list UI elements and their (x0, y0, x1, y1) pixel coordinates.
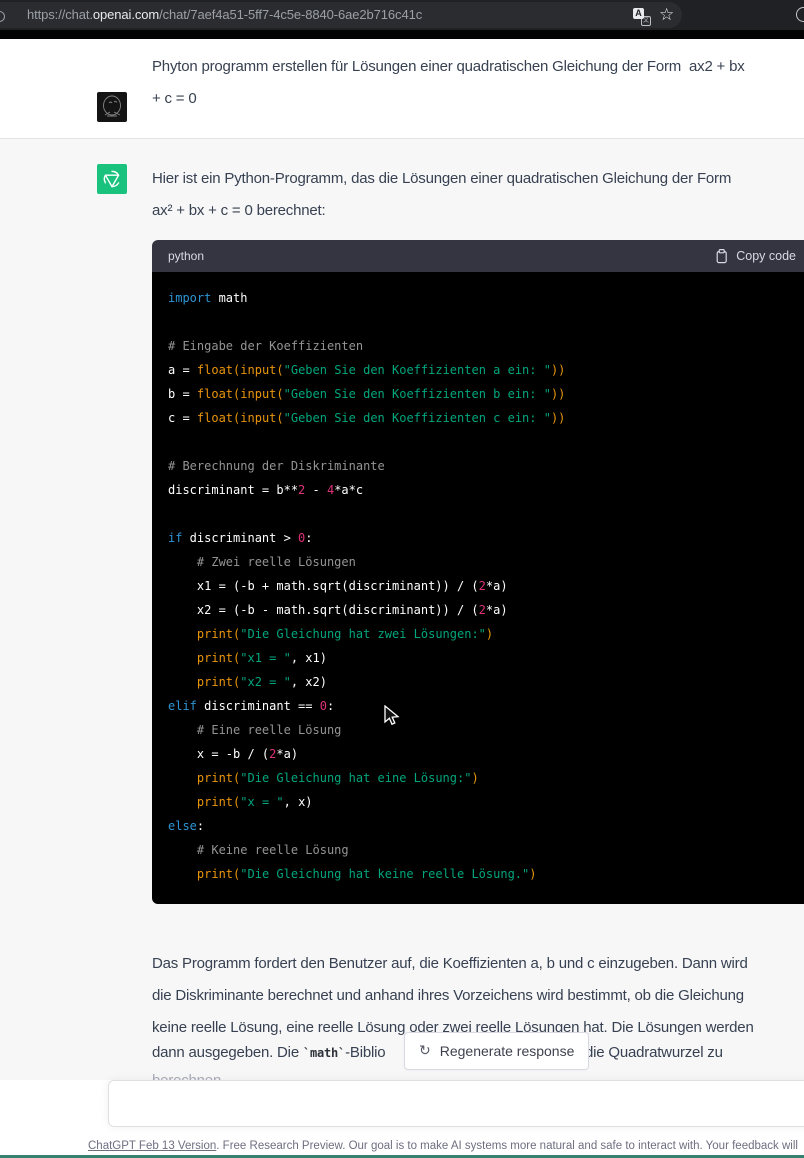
inline-code-math: `math` (303, 1046, 345, 1060)
code-line: # Keine reelle Lösung (168, 838, 796, 862)
code-line: # Eine reelle Lösung (168, 718, 796, 742)
code-line: print("x = ", x) (168, 790, 796, 814)
translate-icon-front: A (633, 8, 644, 19)
url-text: https://chat.openai.com/chat/7aef4a51-5f… (27, 7, 422, 22)
user-avatar (97, 92, 127, 122)
code-line: # Berechnung der Diskriminante (168, 454, 796, 478)
footer: ChatGPT Feb 13 Version. Free Research Pr… (88, 1140, 798, 1152)
code-line: c = float(input("Geben Sie den Koeffizie… (168, 406, 796, 430)
code-line: # Zwei reelle Lösungen (168, 550, 796, 574)
user-message-row: Phyton programm erstellen für Lösungen e… (0, 39, 804, 138)
bottom-area: ChatGPT Feb 13 Version. Free Research Pr… (0, 1080, 804, 1158)
code-line: x = -b / (2*a) (168, 742, 796, 766)
code-lines: import math # Eingabe der Koeffizientena… (168, 286, 796, 886)
footer-text: . Free Research Preview. Our goal is to … (216, 1140, 798, 1152)
code-line: discriminant = b**2 - 4*a*c (168, 478, 796, 502)
bookmark-star-icon[interactable]: ☆ (659, 5, 674, 25)
assistant-paragraph-line4: dann ausgegeben. Die `math`-Biblio (152, 1044, 385, 1061)
code-line: # Eingabe der Koeffizienten (168, 334, 796, 358)
reload-icon[interactable] (0, 11, 5, 22)
code-line: elif discriminant == 0: (168, 694, 796, 718)
url-bar[interactable]: https://chat.openai.com/chat/7aef4a51-5f… (0, 2, 682, 28)
code-line: print("Die Gleichung hat zwei Lösungen:"… (168, 622, 796, 646)
code-line: x1 = (-b + math.sqrt(discriminant)) / (2… (168, 574, 796, 598)
code-line: print("x2 = ", x2) (168, 670, 796, 694)
openai-logo-icon (97, 164, 127, 194)
code-line: print("Die Gleichung hat eine Lösung:") (168, 766, 796, 790)
code-line: x2 = (-b - math.sqrt(discriminant)) / (2… (168, 598, 796, 622)
user-message-line: Phyton programm erstellen für Lösungen e… (152, 57, 745, 77)
code-block: python Copy code import math # Eingabe d… (152, 240, 804, 904)
assistant-paragraph-line4-right: die Quadratwurzel zu (585, 1044, 723, 1061)
code-block-header: python Copy code (152, 240, 804, 272)
browser-chrome: https://chat.openai.com/chat/7aef4a51-5f… (0, 0, 804, 30)
assistant-intro-line: ax² + bx + c = 0 berechnet: (152, 201, 325, 221)
url-domain: openai.com (93, 7, 159, 22)
copy-code-button[interactable]: Copy code (714, 248, 796, 264)
paragraph-text: dann ausgegeben. Die (152, 1044, 303, 1061)
code-line: import math (168, 286, 796, 310)
copy-code-label: Copy code (736, 249, 796, 263)
code-line: print("Die Gleichung hat keine reelle Lö… (168, 862, 796, 886)
footer-version-link[interactable]: ChatGPT Feb 13 Version (88, 1140, 216, 1152)
code-line: if discriminant > 0: (168, 526, 796, 550)
regenerate-label: Regenerate response (440, 1043, 575, 1059)
page-top-strip (0, 30, 804, 39)
composer-input[interactable] (109, 1081, 804, 1126)
code-line: b = float(input("Geben Sie den Koeffizie… (168, 382, 796, 406)
paragraph-line: Das Programm fordert den Benutzer auf, d… (152, 948, 754, 980)
paragraph-line: die Diskriminante berechnet und anhand i… (152, 980, 754, 1012)
browser-extension-icon[interactable] (796, 7, 804, 22)
assistant-paragraph: Das Programm fordert den Benutzer auf, d… (152, 948, 754, 1044)
url-path: /chat/7aef4a51-5ff7-4c5e-8840-6ae2b716c4… (159, 7, 422, 22)
assistant-intro-line: Hier ist ein Python-Programm, das die Lö… (152, 169, 731, 189)
code-line: print("x1 = ", x1) (168, 646, 796, 670)
code-line: a = float(input("Geben Sie den Koeffizie… (168, 358, 796, 382)
regenerate-icon: ↻ (419, 1042, 431, 1059)
composer (108, 1080, 804, 1127)
user-message-line: + c = 0 (152, 89, 196, 109)
mouse-cursor (383, 705, 401, 729)
paragraph-text: -Biblio (345, 1044, 385, 1061)
code-line (168, 502, 796, 526)
code-body: import math # Eingabe der Koeffizientena… (152, 272, 804, 904)
regenerate-response-button[interactable]: ↻ Regenerate response (404, 1032, 589, 1070)
translate-icon[interactable]: 文 A (633, 8, 651, 26)
clipboard-icon (714, 248, 729, 264)
url-scheme: https://chat. (27, 7, 93, 22)
code-language-label: python (168, 249, 204, 263)
code-line: else: (168, 814, 796, 838)
code-line (168, 310, 796, 334)
code-line (168, 430, 796, 454)
page: https://chat.openai.com/chat/7aef4a51-5f… (0, 0, 804, 1158)
